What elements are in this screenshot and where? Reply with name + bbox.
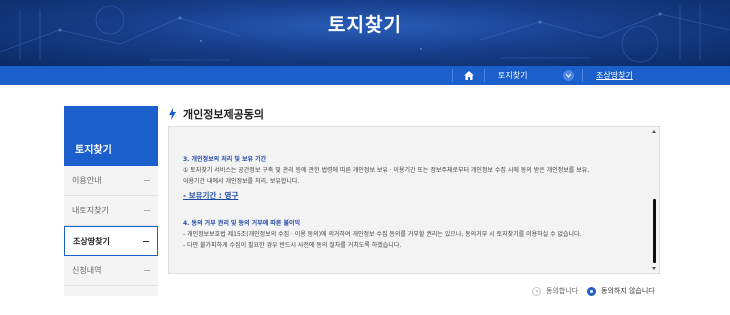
agree-label: 동의합니다 <box>546 287 579 295</box>
agree-option[interactable]: 동의합니다 <box>532 285 578 297</box>
home-link[interactable] <box>459 66 479 85</box>
scroll-down-arrow-icon[interactable] <box>652 267 656 270</box>
sidebar-header: 토지찾기 <box>64 106 158 166</box>
sidebar-item-label: 신청내역 <box>72 266 102 275</box>
radio-disagree[interactable] <box>587 286 596 296</box>
nav-item-ancestor-land[interactable]: 조상땅찾기 <box>596 66 633 85</box>
sidebar-item-label: 이용안내 <box>72 176 102 185</box>
sidebar-item-my-land[interactable]: 내토지찾기 <box>64 196 158 226</box>
home-icon <box>464 71 474 80</box>
disagree-label: 동의하지 않습니다 <box>601 287 655 295</box>
sidebar-item-ancestor-land[interactable]: 조상땅찾기 <box>64 226 158 256</box>
scroll-up-arrow-icon[interactable] <box>652 130 656 133</box>
lightning-bolt-icon <box>169 108 176 120</box>
disagree-option[interactable]: 동의하지 않습니다 <box>587 285 655 297</box>
terms-line: - 다만 불가피하게 수집이 필요한 경우 반드시 사전에 동의 절차를 거치도… <box>183 242 402 249</box>
dash-icon <box>144 210 150 211</box>
terms-heading-3: 3. 개인정보의 처리 및 보유 기간 <box>183 156 267 163</box>
dash-icon <box>144 180 150 181</box>
nav-divider <box>582 69 583 82</box>
location-bar: 토지찾기 조상땅찾기 <box>0 66 730 85</box>
page-banner-title: 토지찾기 <box>328 14 402 36</box>
terms-content: 3. 개인정보의 처리 및 보유 기간 ① 토지찾기 서비스는 공간정보 구축 … <box>183 154 643 251</box>
terms-line: ① 토지찾기 서비스는 공간정보 구축 및 관리 등에 관한 법령에 따른 개인… <box>183 167 590 174</box>
section-title: 개인정보제공동의 <box>183 108 264 121</box>
retention-period: - 보유기간 : 영구 <box>183 191 239 200</box>
terms-scroll-box[interactable]: 3. 개인정보의 처리 및 보유 기간 ① 토지찾기 서비스는 공간정보 구축 … <box>168 126 660 274</box>
terms-line: 이용기간 내에서 개인정보를 처리, 보유합니다. <box>183 178 300 185</box>
page: 토지찾기 토지찾기 조상땅찾기 토지찾기 이용안내 내토지찾기 조상땅찾기 신청… <box>0 0 730 315</box>
scrollbar-thumb[interactable] <box>653 199 656 263</box>
sidebar-item-label: 내토지찾기 <box>72 206 109 215</box>
dash-icon <box>143 241 149 242</box>
radio-agree[interactable] <box>532 286 541 296</box>
terms-line: - 개인정보보호법 제15조(개인정보의 수집ㆍ이용 동의)에 의거하여 개인정… <box>183 231 582 238</box>
sidebar: 토지찾기 이용안내 내토지찾기 조상땅찾기 신청내역 <box>64 106 158 296</box>
sidebar-item-history[interactable]: 신청내역 <box>64 256 158 286</box>
section-header: 개인정보제공동의 <box>168 106 264 122</box>
sidebar-title: 토지찾기 <box>75 145 112 156</box>
dash-icon <box>144 270 150 271</box>
nav-divider <box>484 69 485 82</box>
header-banner: 토지찾기 <box>0 0 730 66</box>
nav-item-land-search[interactable]: 토지찾기 <box>498 66 527 85</box>
nav-divider <box>452 69 453 82</box>
terms-heading-4: 4. 동의 거부 권리 및 동의 거부에 따른 불이익 <box>183 220 301 227</box>
dropdown-icon[interactable] <box>563 70 574 81</box>
sidebar-item-guide[interactable]: 이용안내 <box>64 166 158 196</box>
sidebar-item-label: 조상땅찾기 <box>73 237 110 246</box>
